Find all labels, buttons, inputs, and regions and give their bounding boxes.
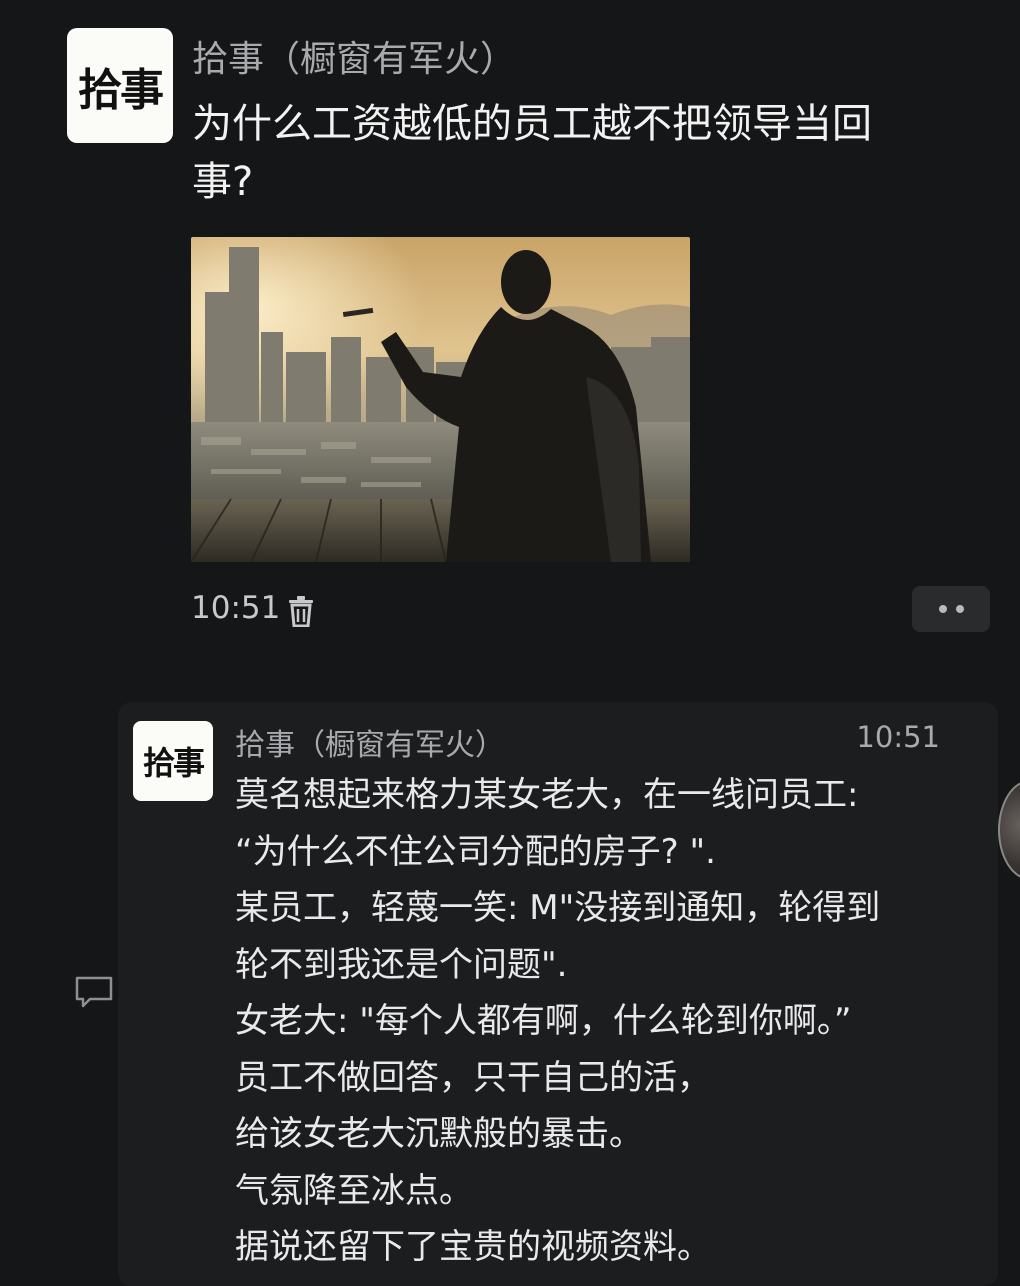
author-avatar[interactable]: 拾事: [67, 28, 173, 143]
post-author-name[interactable]: 拾事（橱窗有军火）: [192, 30, 516, 82]
post-title: 为什么工资越低的员工越不把领导当回事?: [192, 101, 872, 205]
more-dots-icon: [955, 605, 964, 613]
comment-line: 据说还留下了宝贵的视频资料。: [235, 1227, 711, 1267]
avatar-text: 拾事: [78, 64, 164, 116]
comment-card: 拾事 拾事（橱窗有军火） 10:51 莫名想起来格力某女老大，在一线问员工: “…: [118, 702, 998, 1286]
floating-avatar-edge[interactable]: [998, 780, 1020, 880]
comment-author-name[interactable]: 拾事（橱窗有军火）: [235, 720, 505, 764]
post-timestamp: 10:51: [191, 590, 281, 626]
comment-author-avatar[interactable]: 拾事: [133, 721, 213, 801]
silhouette-cityscape-image: [191, 237, 690, 562]
comment-timestamp: 10:51: [856, 720, 940, 754]
comment-line: 莫名想起来格力某女老大，在一线问员工:: [235, 775, 859, 815]
comment-line: 轮不到我还是个问题".: [235, 944, 568, 985]
comment-icon[interactable]: [74, 975, 114, 1009]
more-options-button[interactable]: [912, 586, 990, 632]
comment-line: 某员工，轻蔑一笑: M"没接到通知，轮得到: [235, 888, 881, 928]
comment-line: 给该女老大沉默般的暴击。: [235, 1114, 643, 1154]
post: 拾事 拾事（橱窗有军火） 为什么工资越低的员工越不把领导当回事? 10:51: [0, 0, 1020, 680]
comment-line: “为什么不住公司分配的房子? ".: [235, 831, 716, 872]
comment-line: 气氛降至冰点。: [235, 1170, 473, 1211]
comment-line: 女老大: "每个人都有啊，什么轮到你啊。”: [235, 1001, 852, 1041]
comment-body: 莫名想起来格力某女老大，在一线问员工: “为什么不住公司分配的房子? ". 某员…: [235, 767, 975, 1276]
avatar-text: 拾事: [142, 744, 205, 782]
comment-line: 员工不做回答，只干自己的活，: [235, 1057, 711, 1098]
trash-icon[interactable]: [287, 595, 315, 627]
post-image[interactable]: [191, 237, 690, 562]
more-dots-icon: [938, 605, 947, 613]
